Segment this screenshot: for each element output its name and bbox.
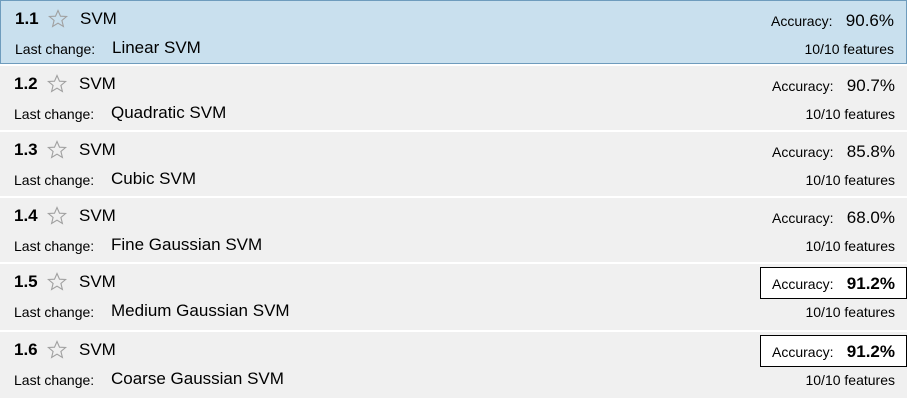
- accuracy-label: Accuracy:: [771, 13, 833, 29]
- features-count: 10/10 features: [804, 41, 894, 57]
- model-type: SVM: [80, 9, 117, 28]
- model-type: SVM: [79, 140, 116, 159]
- star-icon[interactable]: [47, 272, 67, 292]
- accuracy-label: Accuracy:: [772, 144, 834, 160]
- features-count: 10/10 features: [805, 172, 895, 188]
- star-icon[interactable]: [47, 74, 67, 94]
- model-type: SVM: [79, 272, 116, 291]
- accuracy-label: Accuracy:: [772, 344, 834, 360]
- model-id: 1.1: [15, 9, 39, 28]
- last-change-value: Quadratic SVM: [111, 103, 227, 122]
- star-icon[interactable]: [47, 140, 67, 160]
- accuracy-value: 91.2%: [846, 342, 895, 361]
- last-change-label: Last change:: [14, 238, 95, 254]
- last-change-value: Coarse Gaussian SVM: [111, 369, 284, 388]
- model-type: SVM: [79, 206, 116, 225]
- last-change-value: Medium Gaussian SVM: [111, 301, 290, 320]
- accuracy-box: Accuracy: 68.0%: [760, 201, 907, 233]
- accuracy-box: Accuracy: 85.8%: [760, 135, 907, 167]
- model-row[interactable]: 1.4 SVM Last change: Fine Gaussian SVM A…: [0, 198, 907, 262]
- accuracy-label: Accuracy:: [772, 210, 834, 226]
- features-count: 10/10 features: [805, 106, 895, 122]
- last-change-value: Fine Gaussian SVM: [111, 235, 263, 254]
- last-change-label: Last change:: [14, 372, 95, 388]
- model-row[interactable]: 1.6 SVM Last change: Coarse Gaussian SVM…: [0, 332, 907, 398]
- model-row[interactable]: 1.5 SVM Last change: Medium Gaussian SVM…: [0, 264, 907, 330]
- accuracy-value: 90.7%: [846, 76, 895, 95]
- star-icon[interactable]: [47, 340, 67, 360]
- features-count: 10/10 features: [805, 304, 895, 320]
- star-icon[interactable]: [48, 9, 68, 29]
- star-icon[interactable]: [47, 206, 67, 226]
- accuracy-label: Accuracy:: [772, 276, 834, 292]
- accuracy-value: 90.6%: [845, 11, 894, 30]
- model-id: 1.4: [14, 206, 38, 225]
- last-change-label: Last change:: [14, 304, 95, 320]
- model-row[interactable]: 1.1 SVM Last change: Linear SVM Accuracy…: [0, 0, 907, 64]
- accuracy-value: 91.2%: [846, 274, 895, 293]
- accuracy-value: 85.8%: [846, 142, 895, 161]
- last-change-label: Last change:: [15, 41, 96, 57]
- features-count: 10/10 features: [805, 372, 895, 388]
- model-type: SVM: [79, 340, 116, 359]
- model-type: SVM: [79, 74, 116, 93]
- model-id: 1.3: [14, 140, 38, 159]
- accuracy-box: Accuracy: 91.2%: [760, 335, 907, 367]
- accuracy-label: Accuracy:: [772, 78, 834, 94]
- model-row[interactable]: 1.3 SVM Last change: Cubic SVM Accuracy:…: [0, 132, 907, 196]
- last-change-value: Linear SVM: [112, 38, 201, 57]
- model-id: 1.6: [14, 340, 38, 359]
- model-id: 1.2: [14, 74, 38, 93]
- last-change-value: Cubic SVM: [111, 169, 197, 188]
- features-count: 10/10 features: [805, 238, 895, 254]
- model-id: 1.5: [14, 272, 38, 291]
- model-row[interactable]: 1.2 SVM Last change: Quadratic SVM Accur…: [0, 66, 907, 130]
- model-list: 1.1 SVM Last change: Linear SVM Accuracy…: [0, 0, 907, 402]
- accuracy-box: Accuracy: 90.6%: [759, 4, 906, 36]
- accuracy-box: Accuracy: 91.2%: [760, 267, 907, 299]
- accuracy-value: 68.0%: [846, 208, 895, 227]
- last-change-label: Last change:: [14, 172, 95, 188]
- last-change-label: Last change:: [14, 106, 95, 122]
- accuracy-box: Accuracy: 90.7%: [760, 69, 907, 101]
